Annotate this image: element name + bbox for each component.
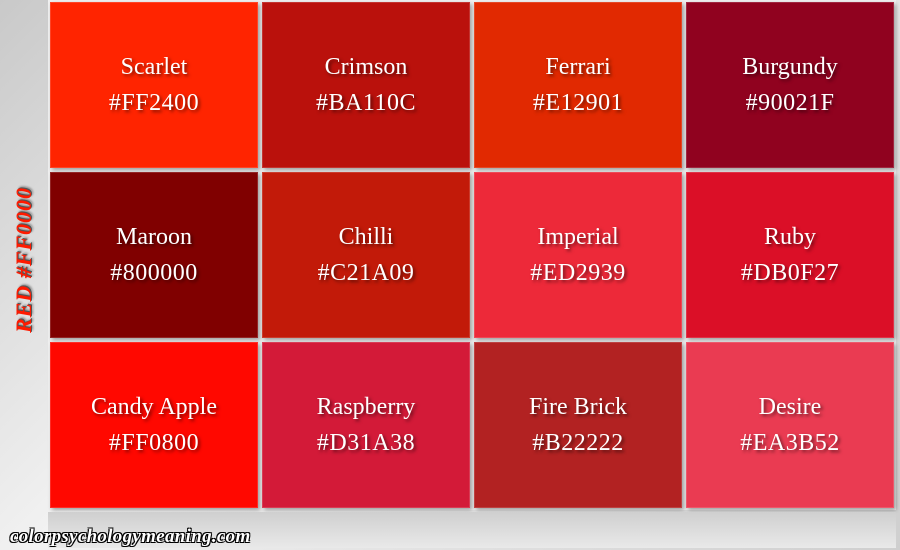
swatch-tile: Desire #EA3B52 bbox=[686, 342, 894, 508]
swatch-name: Imperial bbox=[537, 224, 619, 250]
swatch-name: Raspberry bbox=[316, 394, 416, 420]
swatch-hex: #FF0800 bbox=[108, 430, 200, 456]
swatch-grid: Scarlet #FF2400 Crimson #BA110C Ferrari … bbox=[48, 0, 896, 510]
swatch-name: Burgundy bbox=[742, 54, 838, 80]
swatch-tile: Candy Apple #FF0800 bbox=[50, 342, 258, 508]
color-swatch-chart: RED #FF0000 Scarlet #FF2400 Crimson #BA1… bbox=[0, 0, 900, 550]
swatch-tile: Ferrari #E12901 bbox=[474, 2, 682, 168]
swatch-hex: #EA3B52 bbox=[740, 430, 840, 456]
swatch-tile: Burgundy #90021F bbox=[686, 2, 894, 168]
swatch-tile: Chilli #C21A09 bbox=[262, 172, 470, 338]
swatch-hex: #BA110C bbox=[316, 90, 416, 116]
swatch-name: Ruby bbox=[763, 224, 816, 250]
swatch-tile: Raspberry #D31A38 bbox=[262, 342, 470, 508]
swatch-hex: #B22222 bbox=[532, 430, 624, 456]
swatch-tile: Scarlet #FF2400 bbox=[50, 2, 258, 168]
swatch-name: Fire Brick bbox=[529, 394, 627, 420]
swatch-name: Candy Apple bbox=[91, 394, 217, 420]
swatch-hex: #D31A38 bbox=[316, 430, 416, 456]
swatch-hex: #E12901 bbox=[532, 90, 624, 116]
swatch-hex: #800000 bbox=[110, 260, 198, 286]
swatch-tile: Crimson #BA110C bbox=[262, 2, 470, 168]
swatch-name: Chilli bbox=[338, 224, 394, 250]
swatch-name: Desire bbox=[758, 394, 822, 420]
swatch-tile: Imperial #ED2939 bbox=[474, 172, 682, 338]
swatch-hex: #ED2939 bbox=[530, 260, 626, 286]
swatch-name: Scarlet bbox=[120, 54, 188, 80]
swatch-tile: Maroon #800000 bbox=[50, 172, 258, 338]
swatch-tile: Fire Brick #B22222 bbox=[474, 342, 682, 508]
swatch-hex: #C21A09 bbox=[317, 260, 415, 286]
site-watermark: colorpsychologymeaning.com bbox=[10, 526, 251, 547]
swatch-name: Maroon bbox=[116, 224, 192, 250]
swatch-hex: #FF2400 bbox=[108, 90, 200, 116]
side-label-text: RED #FF0000 bbox=[11, 186, 36, 334]
swatch-name: Ferrari bbox=[545, 54, 611, 80]
swatch-name: Crimson bbox=[324, 54, 408, 80]
swatch-hex: #90021F bbox=[745, 90, 835, 116]
swatch-hex: #DB0F27 bbox=[740, 260, 840, 286]
swatch-tile: Ruby #DB0F27 bbox=[686, 172, 894, 338]
side-label: RED #FF0000 bbox=[4, 170, 44, 350]
